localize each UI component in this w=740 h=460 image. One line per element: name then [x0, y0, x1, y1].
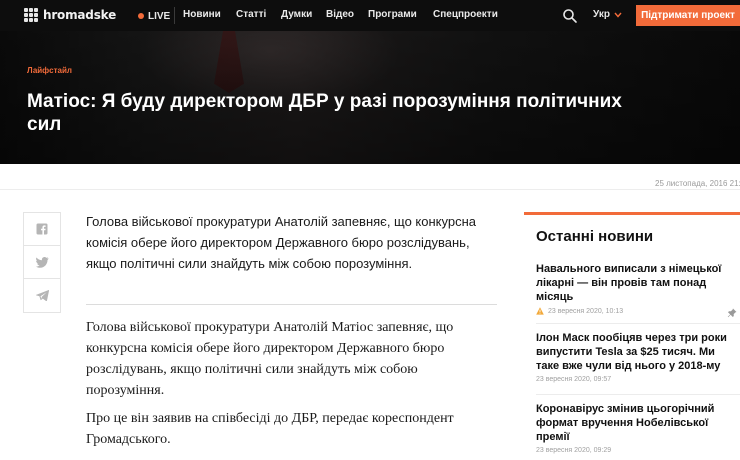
nav-item-special-projects[interactable]: Спецпроекти	[433, 9, 498, 20]
live-link[interactable]: LIVE	[138, 9, 170, 23]
article-category[interactable]: Лайфстайл	[27, 66, 72, 75]
news-item[interactable]: Коронавірус змінив цьогорічний формат вр…	[536, 402, 736, 454]
facebook-icon	[36, 223, 48, 235]
nav-divider	[174, 7, 175, 24]
top-navigation: hromadske LIVE Новини Статті Думки Відео…	[0, 0, 740, 31]
article-date: 25 листопада, 2016 21:	[655, 179, 740, 188]
share-telegram-button[interactable]	[24, 279, 60, 312]
news-item[interactable]: Ілон Маск пообіцяв через три роки випуст…	[536, 331, 736, 383]
support-project-button[interactable]: Підтримати проект	[636, 5, 740, 26]
article-lead: Голова військової прокуратури Анатолій з…	[86, 214, 476, 271]
news-item[interactable]: Навального виписали з німецької лікарні …	[536, 262, 736, 315]
warning-icon	[536, 307, 544, 315]
news-divider	[536, 394, 740, 395]
site-logo[interactable]: hromadske	[24, 5, 124, 25]
language-label: Укр	[593, 9, 610, 20]
article-title: Матіос: Я буду директором ДБР у разі пор…	[27, 91, 622, 135]
latest-news-panel: Останні новини Навального виписали з нім…	[524, 212, 740, 460]
share-bar	[23, 212, 61, 313]
lead-divider	[86, 304, 497, 305]
news-item-title: Ілон Маск пообіцяв через три роки випуст…	[536, 332, 727, 372]
nav-item-opinions[interactable]: Думки	[281, 9, 312, 20]
chevron-down-icon	[614, 12, 622, 18]
news-divider	[536, 323, 740, 324]
news-item-date: 23 вересня 2020, 09:57	[536, 376, 612, 383]
latest-news-heading: Останні новини	[536, 228, 654, 245]
language-selector[interactable]: Укр	[593, 9, 622, 20]
twitter-icon	[35, 256, 48, 268]
divider	[0, 189, 740, 190]
article-paragraph: Голова військової прокуратури Анатолій М…	[86, 320, 454, 398]
nav-item-video[interactable]: Відео	[326, 9, 354, 20]
news-item-date: 23 вересня 2020, 10:13	[548, 307, 624, 315]
news-item-title: Коронавірус змінив цьогорічний формат вр…	[536, 403, 715, 443]
live-dot-icon	[138, 13, 144, 19]
logo-mark-icon	[24, 8, 38, 22]
search-icon[interactable]	[562, 8, 578, 24]
share-twitter-button[interactable]	[24, 246, 60, 279]
pin-icon[interactable]	[727, 308, 737, 318]
telegram-icon	[35, 290, 49, 301]
news-item-date: 23 вересня 2020, 09:29	[536, 447, 612, 454]
live-label: LIVE	[148, 10, 171, 22]
nav-item-articles[interactable]: Статті	[236, 9, 266, 20]
article-paragraph: Про це він заявив на співбесіді до ДБР, …	[86, 411, 454, 447]
share-facebook-button[interactable]	[24, 213, 60, 246]
nav-item-news[interactable]: Новини	[183, 9, 221, 20]
news-item-title: Навального виписали з німецької лікарні …	[536, 263, 722, 303]
logo-text: hromadske	[43, 8, 117, 22]
article-hero: Лайфстайл Матіос: Я буду директором ДБР …	[0, 31, 740, 164]
nav-item-programs[interactable]: Програми	[368, 9, 417, 20]
